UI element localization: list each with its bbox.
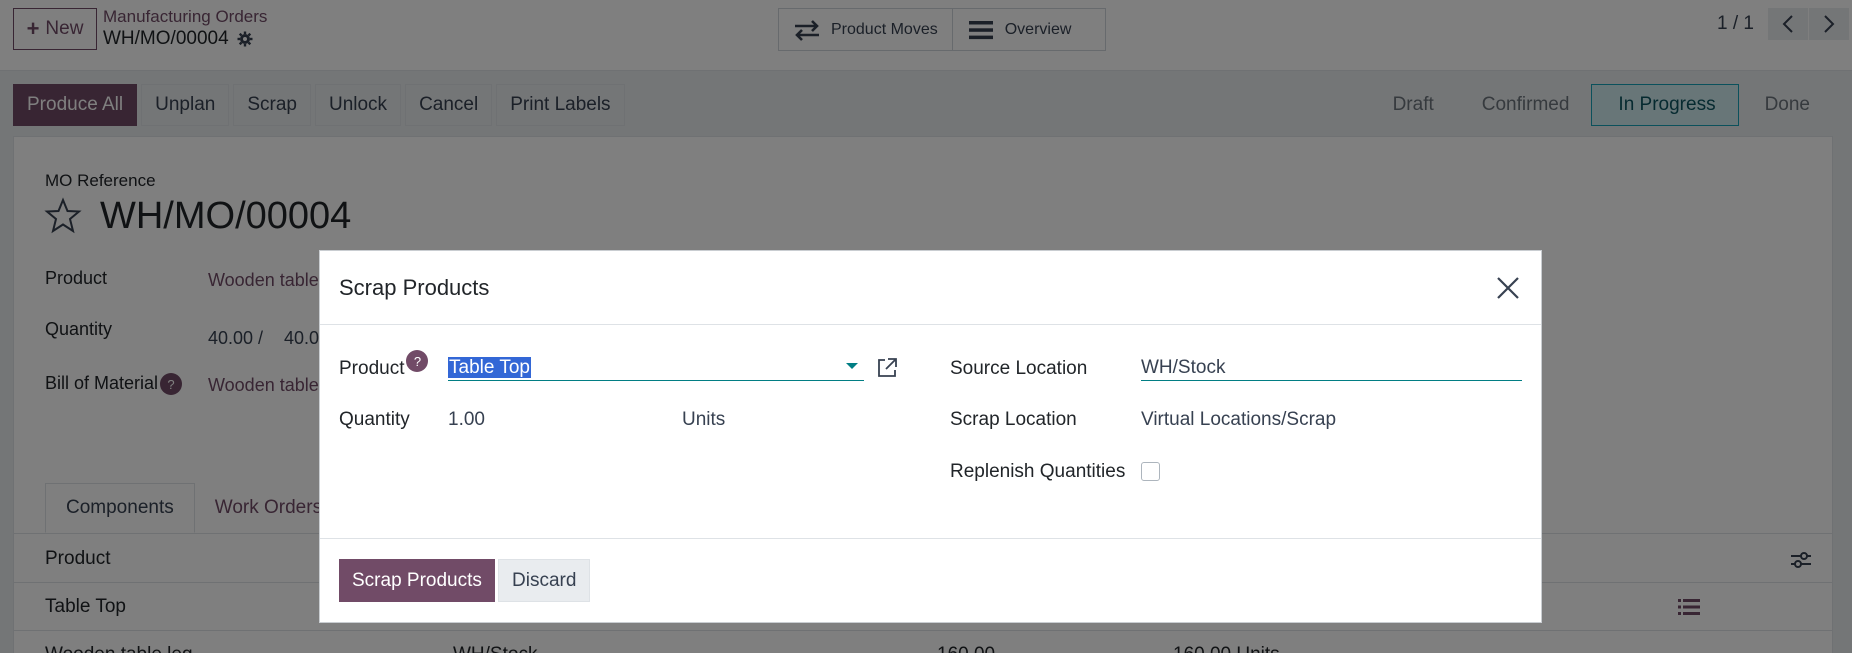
replenish-label: Replenish Quantities [950,461,1126,482]
scrap-products-button[interactable]: Scrap Products [339,559,495,602]
product-field[interactable]: Table Top [448,349,864,381]
scrap-location-label: Scrap Location [950,409,1077,430]
help-icon[interactable]: ? [406,350,429,372]
dialog-footer: Scrap Products Discard [320,538,1541,622]
scrap-location-value[interactable]: Virtual Locations/Scrap [1141,409,1336,431]
product-field-value: Table Top [448,357,531,379]
quantity-field[interactable]: 1.00 [448,409,485,431]
external-link-icon[interactable] [876,357,898,379]
source-location-label: Source Location [950,358,1088,379]
dialog-title: Scrap Products [339,275,490,300]
close-icon[interactable] [1495,275,1521,301]
quantity-uom[interactable]: Units [682,409,725,431]
dialog-header: Scrap Products [320,251,1541,325]
source-location-field[interactable]: WH/Stock [1141,349,1522,381]
product-field-label: Product? [339,350,429,380]
product-field-label-text: Product [339,358,405,379]
discard-button[interactable]: Discard [498,559,591,602]
source-location-value: WH/Stock [1141,357,1226,378]
scrap-dialog: Scrap Products Product? Table Top Quanti… [319,250,1542,623]
dropdown-caret-icon[interactable] [846,363,858,369]
replenish-checkbox[interactable] [1141,462,1160,481]
quantity-field-label: Quantity [339,409,410,430]
product-field-selected-text: Table Top [448,357,531,378]
